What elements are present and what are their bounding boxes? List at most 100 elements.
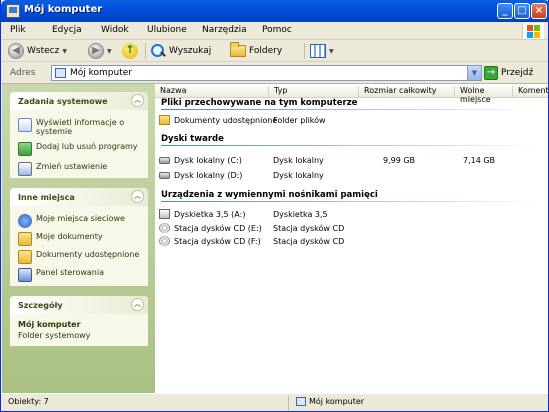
item-type-text: Stacja dysków CD xyxy=(273,223,345,233)
list-item[interactable]: Stacja dysków CD (E:) xyxy=(159,222,262,234)
maximize-button[interactable]: □ xyxy=(514,3,530,19)
task-add-remove[interactable]: Dodaj lub usuń programy xyxy=(18,142,138,156)
address-bar: Adres Mój komputer ▼ → Przejdź xyxy=(2,62,548,84)
hard-disk-icon xyxy=(159,171,170,179)
go-label: Przejdź xyxy=(501,68,534,78)
column-type[interactable]: Typ xyxy=(269,86,359,98)
back-arrow-icon: ◀ xyxy=(8,43,24,59)
folder-icon xyxy=(230,42,246,57)
window-title: Mój komputer xyxy=(24,4,103,15)
views-icon xyxy=(310,44,326,58)
item-name: Dyskietka 3,5 (A:) xyxy=(174,209,246,219)
item-free: 7,14 GB xyxy=(463,154,495,166)
folders-label: Foldery xyxy=(249,46,283,56)
search-label: Wyszukaj xyxy=(169,46,212,56)
column-free-space[interactable]: Wolne miejsce xyxy=(455,86,513,104)
control-panel-icon xyxy=(18,268,32,282)
menu-view[interactable]: Widok xyxy=(101,25,129,35)
panel-header[interactable]: Zadania systemowe ︽ xyxy=(10,92,148,110)
details-desc: Folder systemowy xyxy=(18,331,90,340)
explorer-window: Mój komputer _ □ × Plik Edycja Widok Ulu… xyxy=(0,0,549,412)
place-shared-documents[interactable]: Dokumenty udostępnione xyxy=(18,250,139,264)
collapse-icon[interactable]: ︽ xyxy=(131,190,144,203)
minimize-button[interactable]: _ xyxy=(497,3,513,19)
group-divider xyxy=(161,201,541,202)
item-name: Dysk lokalny (D:) xyxy=(174,170,243,180)
computer-icon xyxy=(6,4,20,18)
search-icon xyxy=(150,43,166,59)
computer-icon xyxy=(55,68,66,78)
toolbar: ◀ Wstecz ▼ ▶ ▼ ↑ Wyszukaj Foldery ▼ xyxy=(2,40,548,62)
folders-button[interactable]: Foldery xyxy=(230,42,282,60)
group-divider xyxy=(161,145,541,146)
column-header: Nazwa Typ Rozmiar całkowity Wolne miejsc… xyxy=(155,84,549,104)
forward-arrow-icon: ▶ xyxy=(88,43,104,59)
address-input[interactable]: Mój komputer ▼ xyxy=(51,65,482,81)
windows-logo-icon xyxy=(522,23,544,39)
menu-help[interactable]: Pomoc xyxy=(262,25,292,35)
item-type: Dysk lokalny xyxy=(273,169,324,181)
item-name: Dokumenty udostępnione xyxy=(174,115,278,125)
back-button[interactable]: ◀ Wstecz ▼ xyxy=(8,42,67,60)
search-button[interactable]: Wyszukaj xyxy=(150,42,211,60)
cd-drive-icon xyxy=(159,236,170,246)
task-label: Zmień ustawienie xyxy=(36,162,108,171)
item-type: Stacja dysków CD xyxy=(273,222,344,234)
menu-file[interactable]: Plik xyxy=(10,25,26,35)
forward-button[interactable]: ▶ ▼ xyxy=(88,42,112,60)
column-name[interactable]: Nazwa xyxy=(155,86,269,98)
details-desc-text: Folder systemowy xyxy=(18,331,91,340)
item-size: 9,99 GB xyxy=(383,154,415,166)
panel-title: Inne miejsca xyxy=(18,193,75,202)
list-item[interactable]: Dysk lokalny (C:) xyxy=(159,154,242,166)
programs-icon xyxy=(18,142,32,156)
floppy-icon xyxy=(159,209,170,219)
address-value: Mój komputer xyxy=(70,68,132,78)
item-type-text: Stacja dysków CD xyxy=(273,236,345,246)
other-places-panel: Inne miejsca ︽ Moje miejsca sieciowe Moj… xyxy=(10,188,148,286)
task-change-setting[interactable]: Zmień ustawienie xyxy=(18,162,107,176)
status-location: Mój komputer xyxy=(296,397,364,406)
details-name-text: Mój komputer xyxy=(18,320,81,329)
cd-drive-icon xyxy=(159,223,170,233)
close-button[interactable]: × xyxy=(531,3,547,19)
list-item[interactable]: Dysk lokalny (D:) xyxy=(159,169,242,181)
up-button[interactable]: ↑ xyxy=(122,42,138,60)
status-objects: Obiekty: 7 xyxy=(8,397,49,406)
item-type: Dysk lokalny xyxy=(273,154,324,166)
list-item[interactable]: Stacja dysków CD (F:) xyxy=(159,235,261,247)
up-arrow-icon: ↑ xyxy=(122,43,138,59)
item-type-text: Dysk lokalny xyxy=(273,155,324,165)
place-network[interactable]: Moje miejsca sieciowe xyxy=(18,214,125,228)
toolbar-separator xyxy=(145,43,146,59)
panel-header[interactable]: Inne miejsca ︽ xyxy=(10,188,148,206)
details-panel: Szczegóły ︽ Mój komputer Folder systemow… xyxy=(10,296,148,346)
info-icon xyxy=(18,118,32,132)
title-bar[interactable]: Mój komputer _ □ × xyxy=(1,0,549,22)
group-title: Urządzenia z wymiennymi nośnikami pamięc… xyxy=(161,190,378,200)
item-type-text: Dyskietka 3,5 xyxy=(273,209,328,219)
list-item[interactable]: Dokumenty udostępnione xyxy=(159,114,277,126)
go-button[interactable]: → Przejdź xyxy=(484,66,533,80)
item-free-text: 7,14 GB xyxy=(463,155,496,165)
menu-tools[interactable]: Narzędzia xyxy=(202,25,247,35)
task-label: Wyświetl informacje o systemie xyxy=(36,118,125,136)
place-control-panel[interactable]: Panel sterowania xyxy=(18,268,104,282)
panel-header[interactable]: Szczegóły ︽ xyxy=(10,296,148,314)
chevron-down-icon[interactable]: ▼ xyxy=(467,66,481,80)
folder-icon xyxy=(159,115,170,125)
column-total-size[interactable]: Rozmiar całkowity xyxy=(359,86,455,98)
menu-favorites[interactable]: Ulubione xyxy=(147,25,187,35)
menu-edit[interactable]: Edycja xyxy=(52,25,82,35)
item-name: Stacja dysków CD (F:) xyxy=(174,236,261,246)
views-button[interactable]: ▼ xyxy=(310,42,334,60)
task-system-info[interactable]: Wyświetl informacje o systemie xyxy=(18,118,148,136)
status-separator xyxy=(288,396,289,410)
collapse-icon[interactable]: ︽ xyxy=(131,298,144,311)
column-comments[interactable]: Komentarze xyxy=(513,86,549,98)
place-my-documents[interactable]: Moje dokumenty xyxy=(18,232,103,246)
collapse-icon[interactable]: ︽ xyxy=(131,94,144,107)
panel-title: Szczegóły xyxy=(18,301,63,310)
list-item[interactable]: Dyskietka 3,5 (A:) xyxy=(159,208,245,220)
computer-icon xyxy=(296,397,306,406)
